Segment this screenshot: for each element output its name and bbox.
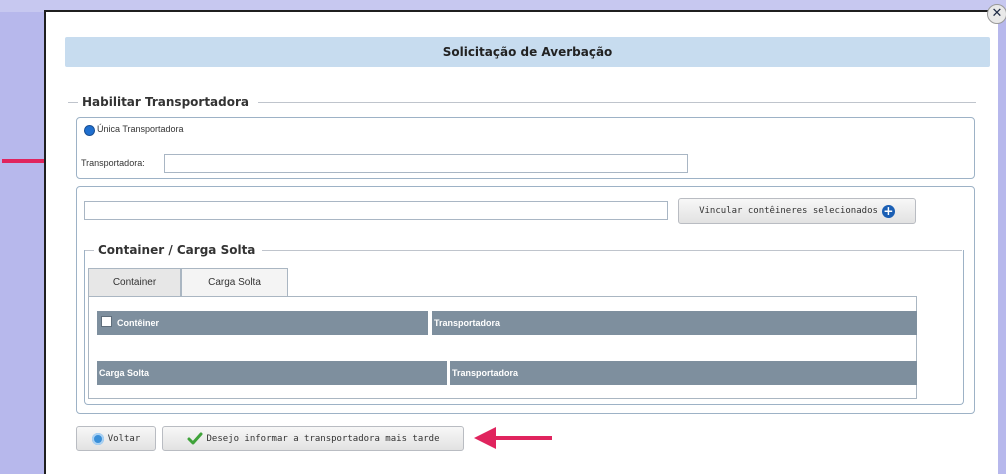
tab-container[interactable]: Container [88,268,181,297]
informar-depois-label: Desejo informar a transportadora mais ta… [206,433,440,444]
transportadora-input[interactable] [164,154,688,173]
voltar-button[interactable]: Voltar [76,426,156,451]
close-button[interactable]: ✕ [987,4,1006,24]
unica-transportadora-label: Única Transportadora [97,124,184,134]
close-icon: ✕ [991,6,1003,21]
fieldset-border-line [68,102,78,103]
transportadora-column-header: Transportadora [432,311,917,335]
transportadora-label: Transportadora: [81,158,145,168]
select-all-checkbox[interactable] [101,316,112,327]
carga-solta-column-header: Carga Solta [97,361,447,385]
back-circle-icon [91,432,104,445]
vincular-input[interactable] [84,201,668,220]
plus-circle-icon: + [881,203,895,218]
dialog-title: Solicitação de Averbação [65,37,990,67]
unica-transportadora-radio[interactable] [84,125,95,136]
carga-transportadora-column-header: Transportadora [450,361,917,385]
container-column-header: Contêiner [97,311,428,335]
vincular-button[interactable]: Vincular contêineres selecionados + [678,198,916,224]
voltar-label: Voltar [107,433,141,444]
vincular-button-label: Vincular contêineres selecionados [699,206,878,216]
container-carga-legend: Container / Carga Solta [96,243,258,257]
annotation-arrow-right [474,427,552,449]
tab-carga-solta[interactable]: Carga Solta [181,268,288,297]
habilitar-legend: Habilitar Transportadora [80,95,252,109]
conteiner-header-label: Contêiner [117,318,160,328]
check-icon [187,432,202,445]
fieldset-border-line [258,102,976,103]
informar-depois-button[interactable]: Desejo informar a transportadora mais ta… [162,426,464,451]
